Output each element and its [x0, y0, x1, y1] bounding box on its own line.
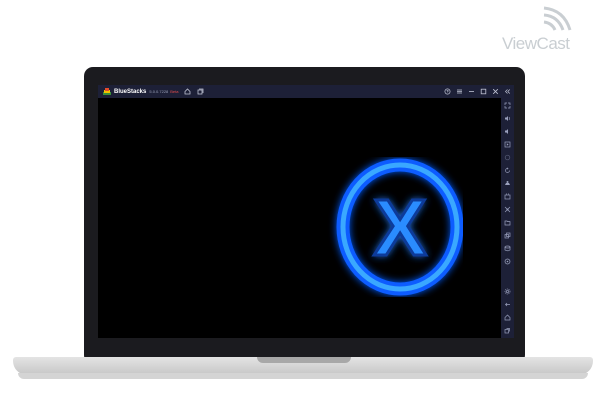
fullscreen-icon[interactable]	[503, 101, 512, 110]
screen-record-icon[interactable]	[503, 140, 512, 149]
menu-icon[interactable]	[455, 88, 463, 96]
app-name: BlueStacks	[114, 88, 147, 95]
x-logo-letter: X	[373, 183, 426, 272]
back-icon[interactable]	[503, 300, 512, 309]
location-icon[interactable]	[503, 257, 512, 266]
multi-window-icon[interactable]	[197, 88, 205, 96]
app-version: 5.0.0.7228	[149, 89, 169, 94]
keyboard-controls-icon[interactable]	[503, 153, 512, 162]
laptop-base-shadow	[18, 373, 588, 379]
x-app-logo-icon: X	[336, 158, 463, 296]
multi-instance-icon[interactable]	[503, 231, 512, 240]
shake-icon[interactable]	[503, 179, 512, 188]
bluestacks-window: BlueStacks 5.0.0.7228 Beta X	[98, 85, 514, 338]
screenshot-icon[interactable]	[503, 192, 512, 201]
window-controls	[439, 88, 511, 96]
rotate-icon[interactable]	[503, 166, 512, 175]
maximize-icon[interactable]	[479, 88, 487, 96]
home-icon[interactable]	[184, 88, 192, 96]
home-button-icon[interactable]	[503, 313, 512, 322]
bluestacks-logo-icon	[103, 87, 111, 95]
side-toolbar	[501, 98, 514, 338]
volume-down-icon[interactable]	[503, 127, 512, 136]
watermark-text: ViewCast	[502, 34, 570, 53]
app-content: X	[98, 98, 501, 338]
recent-apps-icon[interactable]	[503, 326, 512, 335]
folder-icon[interactable]	[503, 218, 512, 227]
title-bar: BlueStacks 5.0.0.7228 Beta	[98, 85, 514, 98]
collapse-sidebar-icon[interactable]	[503, 88, 511, 96]
eco-mode-icon[interactable]	[503, 205, 512, 214]
signal-arcs-icon	[543, 6, 572, 31]
laptop-notch	[257, 357, 351, 363]
volume-up-icon[interactable]	[503, 114, 512, 123]
macro-icon[interactable]	[503, 244, 512, 253]
beta-badge: Beta	[170, 89, 179, 94]
close-icon[interactable]	[491, 88, 499, 96]
viewcast-watermark: ViewCast	[498, 4, 598, 54]
minimize-icon[interactable]	[467, 88, 475, 96]
settings-icon[interactable]	[503, 287, 512, 296]
help-icon[interactable]	[443, 88, 451, 96]
